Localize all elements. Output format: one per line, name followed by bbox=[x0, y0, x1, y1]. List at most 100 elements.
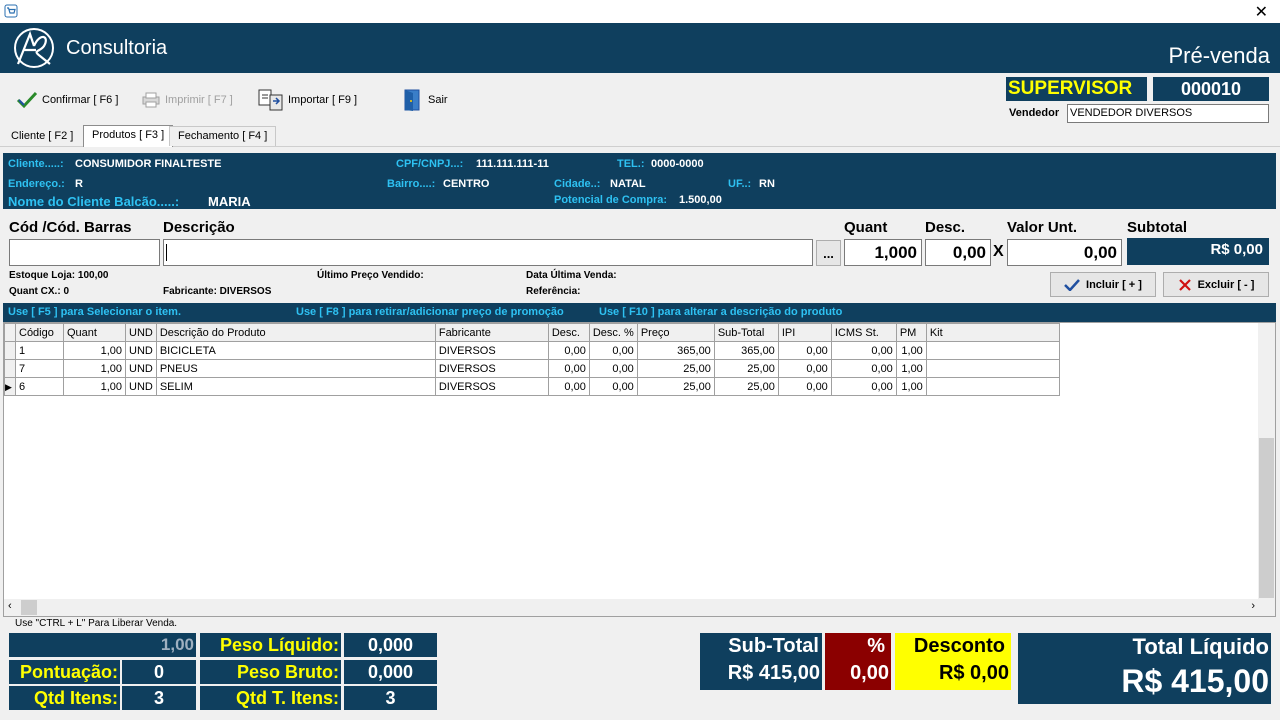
exit-button[interactable]: Sair bbox=[402, 87, 448, 113]
search-product-button[interactable]: ... bbox=[816, 240, 841, 266]
confirm-button[interactable]: Confirmar [ F6 ] bbox=[16, 87, 118, 113]
table-cell[interactable]: 25,00 bbox=[636, 377, 715, 396]
table-cell[interactable]: PNEUS bbox=[155, 359, 436, 378]
scroll-thumb[interactable] bbox=[1259, 438, 1274, 598]
excluir-button[interactable]: Excluir [ - ] bbox=[1163, 272, 1269, 297]
scroll-thumb[interactable] bbox=[21, 600, 37, 615]
scroll-left-icon[interactable]: ‹ bbox=[8, 600, 12, 612]
check-icon bbox=[1064, 278, 1080, 291]
vendedor-label: Vendedor bbox=[1009, 107, 1060, 119]
table-cell[interactable]: SELIM bbox=[155, 377, 436, 396]
pct-label: % bbox=[825, 633, 891, 660]
vendedor-field[interactable]: VENDEDOR DIVERSOS bbox=[1067, 104, 1269, 123]
table-row[interactable]: 7 1,00 UND PNEUS DIVERSOS 0,00 0,00 25,00 25,00 0… bbox=[4, 359, 1060, 378]
horizontal-scrollbar[interactable]: ‹ › bbox=[4, 599, 1259, 616]
logo-icon bbox=[14, 28, 54, 68]
col-quant[interactable]: Quant bbox=[63, 323, 126, 342]
col-codigo[interactable]: Código bbox=[15, 323, 64, 342]
table-cell[interactable]: 25,00 bbox=[636, 359, 715, 378]
col-descricao[interactable]: Descrição do Produto bbox=[155, 323, 436, 342]
table-cell[interactable]: DIVERSOS bbox=[434, 359, 549, 378]
table-row[interactable]: 1 1,00 UND BICICLETA DIVERSOS 0,00 0,00 365,00 3… bbox=[4, 341, 1060, 360]
peso-bruto-value: 0,000 bbox=[344, 660, 437, 684]
table-row[interactable]: ▶ 6 1,00 UND SELIM DIVERSOS 0,00 0,00 25,00 25,00… bbox=[4, 377, 1060, 396]
col-desc[interactable]: Desc. bbox=[547, 323, 590, 342]
close-icon[interactable]: ✕ bbox=[1255, 2, 1268, 22]
vertical-scrollbar[interactable] bbox=[1258, 323, 1275, 616]
incluir-button[interactable]: Incluir [ + ] bbox=[1050, 272, 1156, 297]
table-cell[interactable]: 0,00 bbox=[777, 377, 832, 396]
import-button[interactable]: Importar [ F9 ] bbox=[258, 87, 357, 113]
print-button[interactable]: Imprimir [ F7 ] bbox=[141, 87, 233, 113]
table-cell[interactable]: UND bbox=[125, 377, 157, 396]
table-cell[interactable]: 1,00 bbox=[895, 341, 927, 360]
discount-input[interactable]: 0,00 bbox=[925, 239, 991, 266]
cod-label: Cód /Cód. Barras bbox=[9, 219, 132, 236]
scroll-right-icon[interactable]: › bbox=[1251, 600, 1255, 612]
table-cell[interactable]: 1,00 bbox=[63, 377, 126, 396]
table-cell[interactable]: 1,00 bbox=[63, 341, 126, 360]
row-indicator[interactable] bbox=[4, 359, 16, 378]
table-cell[interactable]: 1,00 bbox=[895, 359, 927, 378]
table-cell[interactable]: UND bbox=[125, 341, 157, 360]
row-indicator[interactable]: ▶ bbox=[4, 377, 16, 396]
cart-icon bbox=[4, 4, 18, 18]
col-ipi[interactable]: IPI bbox=[777, 323, 832, 342]
table-cell[interactable]: UND bbox=[125, 359, 157, 378]
table-cell[interactable]: 0,00 bbox=[588, 341, 638, 360]
tab-fechamento[interactable]: Fechamento [ F4 ] bbox=[169, 126, 277, 146]
table-cell[interactable]: 1,00 bbox=[895, 377, 927, 396]
row-indicator[interactable] bbox=[4, 341, 16, 360]
table-cell[interactable]: DIVERSOS bbox=[434, 341, 549, 360]
tel-value: 0000-0000 bbox=[651, 158, 704, 170]
table-cell[interactable]: 0,00 bbox=[830, 377, 897, 396]
qtd-t-itens-value: 3 bbox=[344, 686, 437, 710]
items-grid[interactable]: Código Quant UND Descrição do Produto Fa… bbox=[3, 322, 1276, 617]
tab-cliente[interactable]: Cliente [ F2 ] bbox=[2, 126, 82, 146]
table-cell[interactable]: 25,00 bbox=[713, 377, 779, 396]
col-icms[interactable]: ICMS St. bbox=[830, 323, 897, 342]
col-subtotal[interactable]: Sub-Total bbox=[713, 323, 779, 342]
col-desc-pct[interactable]: Desc. % bbox=[588, 323, 638, 342]
table-cell[interactable] bbox=[925, 341, 1060, 360]
table-cell[interactable]: 0,00 bbox=[547, 359, 590, 378]
col-und[interactable]: UND bbox=[125, 323, 157, 342]
barcode-input[interactable] bbox=[9, 239, 160, 266]
door-exit-icon bbox=[404, 89, 420, 111]
table-cell[interactable]: 25,00 bbox=[713, 359, 779, 378]
total-liquido-label: Total Líquido bbox=[1018, 633, 1271, 660]
table-cell[interactable]: 0,00 bbox=[777, 359, 832, 378]
tab-produtos[interactable]: Produtos [ F3 ] bbox=[83, 125, 174, 147]
col-fabricante[interactable]: Fabricante bbox=[434, 323, 549, 342]
table-cell[interactable] bbox=[925, 359, 1060, 378]
qtd-t-itens-label: Qtd T. Itens: bbox=[200, 686, 341, 710]
table-cell[interactable]: 365,00 bbox=[636, 341, 715, 360]
table-cell[interactable]: 0,00 bbox=[547, 341, 590, 360]
client-info-panel: Cliente.....: CONSUMIDOR FINALTESTE CPF/… bbox=[3, 153, 1276, 209]
table-cell[interactable]: 365,00 bbox=[713, 341, 779, 360]
col-preco[interactable]: Preço bbox=[636, 323, 715, 342]
cpf-label: CPF/CNPJ...: bbox=[396, 158, 464, 170]
table-cell[interactable] bbox=[925, 377, 1060, 396]
table-cell[interactable]: 1 bbox=[15, 341, 64, 360]
col-pm[interactable]: PM bbox=[895, 323, 927, 342]
table-cell[interactable]: BICICLETA bbox=[155, 341, 436, 360]
user-role-badge: SUPERVISOR bbox=[1006, 77, 1147, 101]
unit-price-input[interactable]: 0,00 bbox=[1007, 239, 1122, 266]
table-cell[interactable]: 0,00 bbox=[547, 377, 590, 396]
table-cell[interactable]: 0,00 bbox=[588, 359, 638, 378]
table-cell[interactable]: 0,00 bbox=[777, 341, 832, 360]
quantity-input[interactable]: 1,000 bbox=[844, 239, 922, 266]
table-cell[interactable]: 6 bbox=[15, 377, 64, 396]
table-cell[interactable]: 7 bbox=[15, 359, 64, 378]
table-cell[interactable]: 1,00 bbox=[63, 359, 126, 378]
description-input[interactable] bbox=[163, 239, 813, 266]
col-kit[interactable]: Kit bbox=[925, 323, 1060, 342]
table-cell[interactable]: 0,00 bbox=[830, 359, 897, 378]
incluir-label: Incluir [ + ] bbox=[1086, 278, 1142, 291]
table-cell[interactable]: DIVERSOS bbox=[434, 377, 549, 396]
table-cell[interactable]: 0,00 bbox=[588, 377, 638, 396]
fabricante-info: Fabricante: DIVERSOS bbox=[163, 286, 272, 297]
uf-value: RN bbox=[759, 178, 775, 190]
table-cell[interactable]: 0,00 bbox=[830, 341, 897, 360]
